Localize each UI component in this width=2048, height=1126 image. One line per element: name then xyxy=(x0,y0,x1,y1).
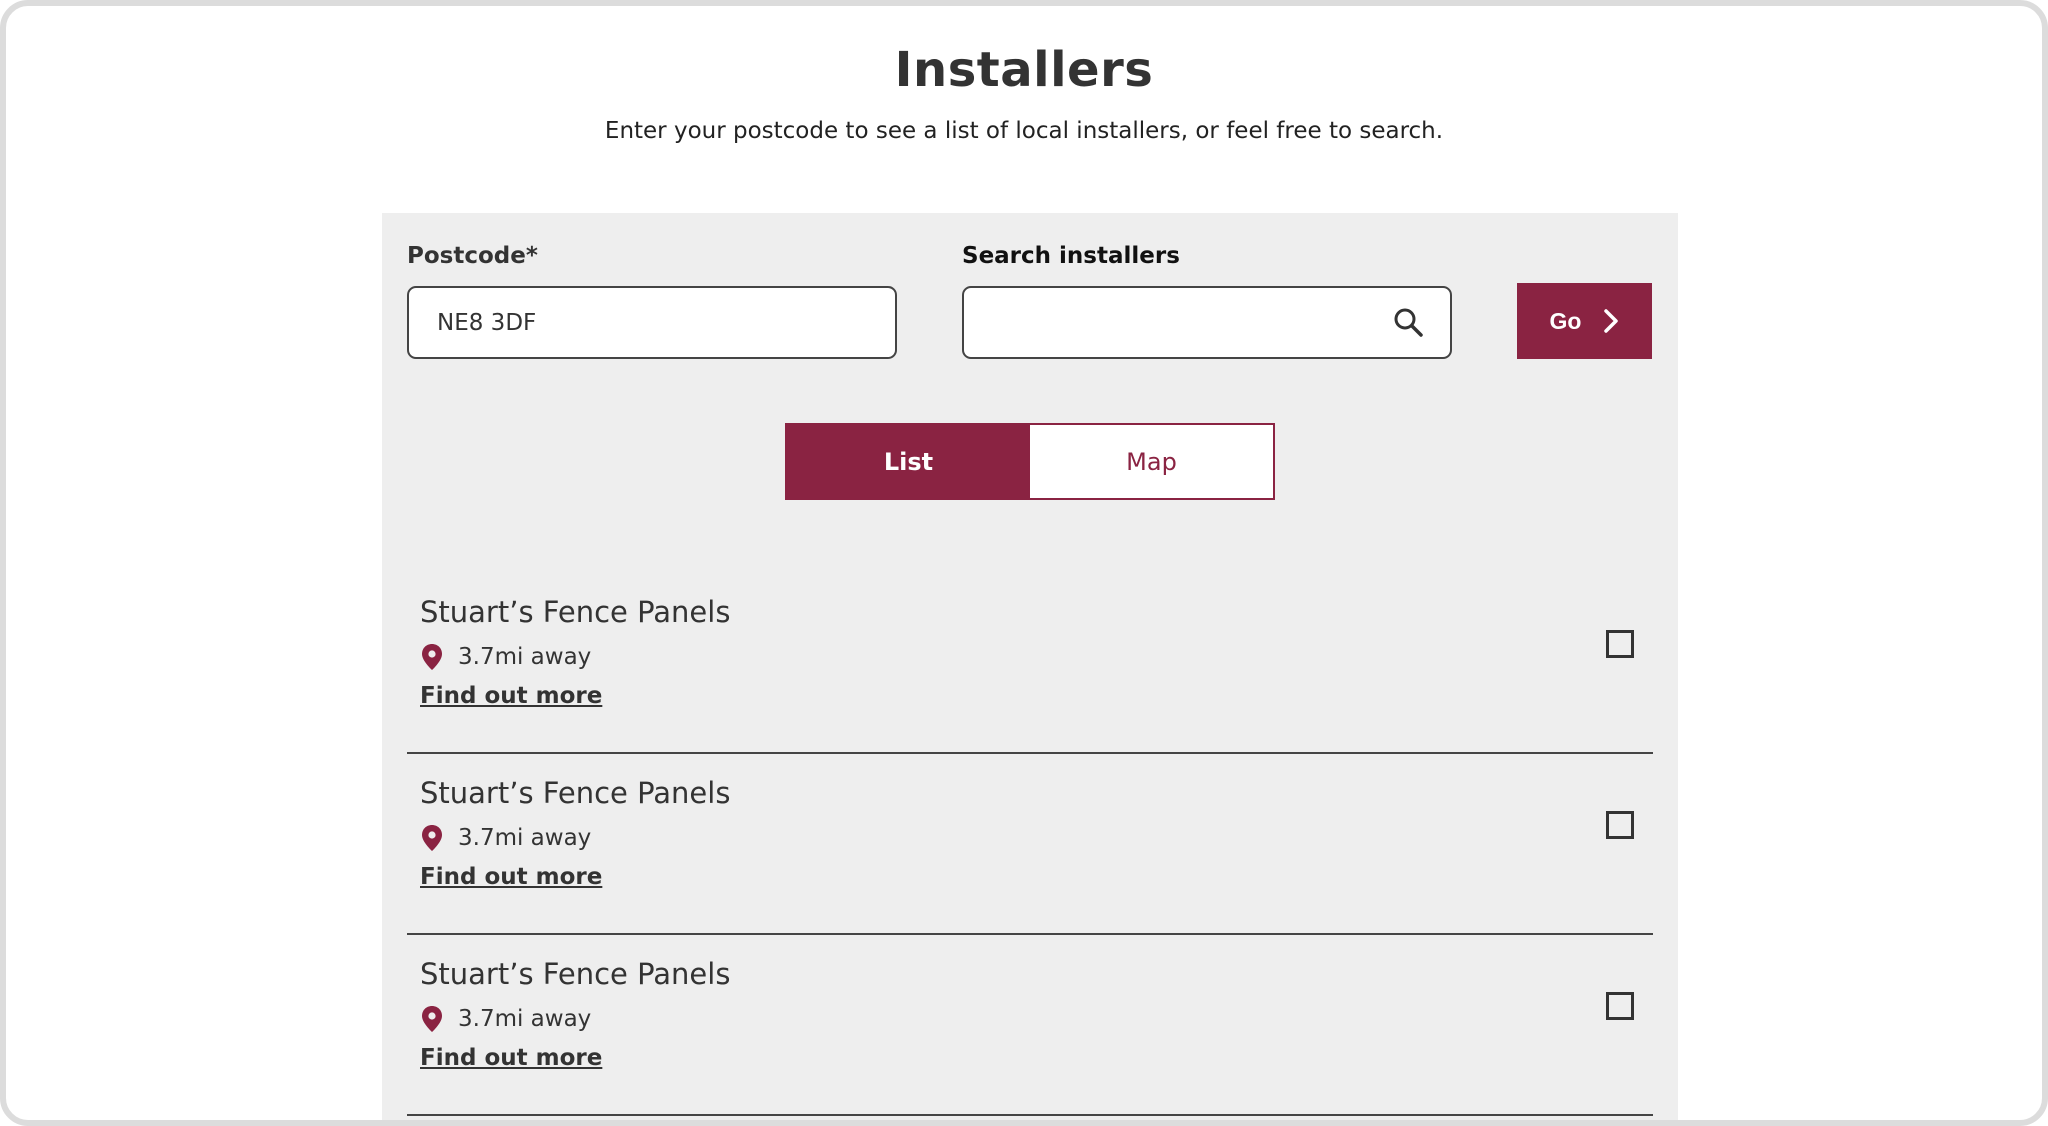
installer-search-panel: Postcode* Search installers Go List Map xyxy=(382,213,1678,1120)
view-toggle: List Map xyxy=(785,423,1275,500)
installer-distance: 3.7mi away xyxy=(420,1005,591,1033)
list-view-tab[interactable]: List xyxy=(787,425,1030,498)
distance-text: 3.7mi away xyxy=(458,825,592,851)
find-out-more-link[interactable]: Find out more xyxy=(420,683,602,709)
list-item: Stuart’s Fence Panels 3.7mi away Find ou… xyxy=(407,935,1653,1116)
location-pin-icon xyxy=(422,1006,442,1032)
list-item: Stuart’s Fence Panels 3.7mi away Find ou… xyxy=(407,754,1653,935)
distance-text: 3.7mi away xyxy=(458,1006,592,1032)
search-installers-field xyxy=(962,286,1452,359)
find-out-more-link[interactable]: Find out more xyxy=(420,864,602,890)
installer-distance: 3.7mi away xyxy=(420,643,591,671)
distance-text: 3.7mi away xyxy=(458,644,592,670)
list-item: Stuart’s Fence Panels 3.7mi away Find ou… xyxy=(407,573,1653,754)
select-installer-checkbox[interactable] xyxy=(1606,992,1634,1020)
search-installers-label: Search installers xyxy=(962,243,1180,269)
location-pin-icon xyxy=(422,825,442,851)
installer-results-list: Stuart’s Fence Panels 3.7mi away Find ou… xyxy=(407,573,1653,1116)
find-out-more-link[interactable]: Find out more xyxy=(420,1045,602,1071)
search-icon[interactable] xyxy=(1392,306,1424,338)
postcode-label: Postcode* xyxy=(407,243,538,269)
installer-name: Stuart’s Fence Panels xyxy=(420,595,731,629)
go-button-label: Go xyxy=(1549,307,1582,334)
map-view-tab[interactable]: Map xyxy=(1030,425,1273,498)
browser-frame: Installers Enter your postcode to see a … xyxy=(0,0,2048,1126)
chevron-right-icon xyxy=(1604,309,1619,333)
installer-distance: 3.7mi away xyxy=(420,824,591,852)
installer-name: Stuart’s Fence Panels xyxy=(420,957,731,991)
postcode-input[interactable] xyxy=(407,286,897,359)
installer-name: Stuart’s Fence Panels xyxy=(420,776,731,810)
page-title: Installers xyxy=(894,42,1154,98)
search-installers-input[interactable] xyxy=(962,286,1452,359)
select-installer-checkbox[interactable] xyxy=(1606,811,1634,839)
go-button[interactable]: Go xyxy=(1517,283,1652,359)
select-installer-checkbox[interactable] xyxy=(1606,630,1634,658)
page-subtitle: Enter your postcode to see a list of loc… xyxy=(604,118,1444,144)
location-pin-icon xyxy=(422,644,442,670)
